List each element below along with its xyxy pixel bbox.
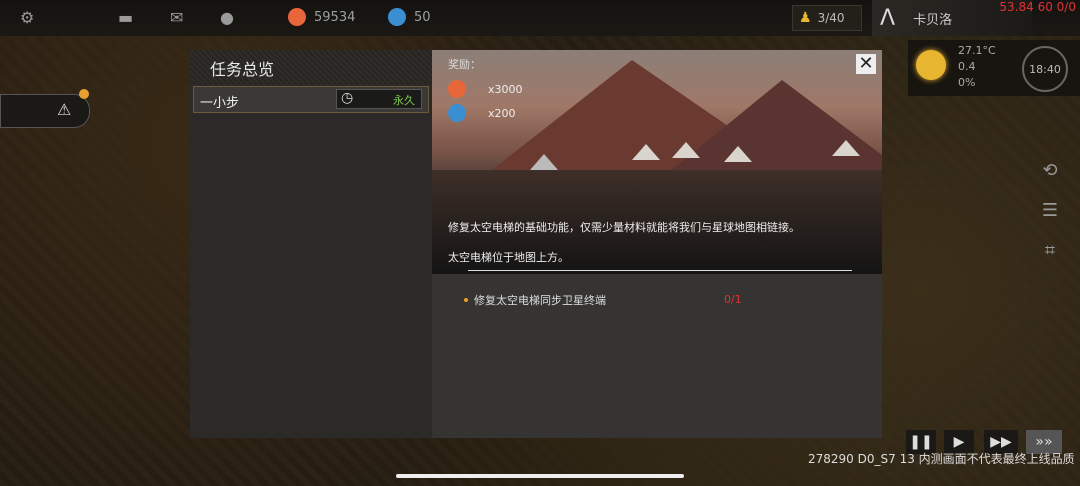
map-logo-icon: Λ xyxy=(880,5,896,31)
quest-list-panel: 任务总览 一小步 ◷ 永久 xyxy=(190,50,432,438)
quest-banner-image: 奖励： x3000 x200 修复太空电梯的基础功能，仅需少量材料就能将我们与星… xyxy=(432,50,882,274)
play-icon: ▶ xyxy=(953,434,965,450)
resource-food: 59534 xyxy=(288,8,355,26)
settings-gear-icon[interactable]: ⚙ xyxy=(20,8,34,28)
food-icon xyxy=(448,80,466,98)
fastest-icon: »» xyxy=(1035,434,1053,450)
quest-description: 修复太空电梯的基础功能，仅需少量材料就能将我们与星球地图相链接。 xyxy=(448,221,800,234)
energy-icon xyxy=(388,8,406,26)
quest-item[interactable]: 一小步 ◷ 永久 xyxy=(193,86,429,113)
food-icon xyxy=(288,8,306,26)
quest-detail-panel: 奖励： x3000 x200 修复太空电梯的基础功能，仅需少量材料就能将我们与星… xyxy=(432,50,882,438)
wind-value: 0.4 xyxy=(958,60,976,73)
reward-food: x3000 xyxy=(448,80,523,98)
alert-dot xyxy=(79,89,89,99)
fast-forward-icon: ▶▶ xyxy=(990,434,1012,450)
warning-icon: ⚠ xyxy=(57,100,72,119)
build-info: 278290 D0_S7 13 内测画面不代表最终上线品质 xyxy=(808,452,1075,466)
quest-objective: 修复太空电梯同步卫星终端 xyxy=(464,292,606,308)
objective-text: 修复太空电梯同步卫星终端 xyxy=(474,294,606,307)
light-value: 0% xyxy=(958,76,976,89)
objective-progress: 0/1 xyxy=(724,293,742,306)
resource-energy-value: 50 xyxy=(414,9,431,25)
colonist-count-value: 3/40 xyxy=(817,11,845,25)
top-bar: ⚙ ▬ ✉ ● 59534 50 ♟ 3/40 Λ 卡贝洛 53.84 60 0… xyxy=(0,0,1080,36)
reward-food-amount: x3000 xyxy=(488,82,523,96)
clipboard-icon[interactable]: ☰ xyxy=(1038,200,1062,224)
colonist-count[interactable]: ♟ 3/40 xyxy=(792,5,862,31)
reward-energy-amount: x200 xyxy=(488,106,516,120)
rotate-icon[interactable]: ⟲ xyxy=(1038,160,1062,184)
quest-name: 一小步 xyxy=(200,96,240,111)
quest-location: 太空电梯位于地图上方。 xyxy=(448,251,569,264)
pause-icon: ❚❚ xyxy=(909,434,933,450)
timer-icon: ◷ xyxy=(341,90,354,106)
close-button[interactable]: ✕ xyxy=(856,54,876,74)
energy-icon xyxy=(448,104,466,122)
colonists-icon: ♟ xyxy=(799,10,812,26)
chat-icon[interactable]: ▬ xyxy=(118,8,133,28)
map-name: 卡贝洛 xyxy=(913,12,953,28)
rewards-label: 奖励： xyxy=(448,58,481,71)
alert-button[interactable]: ⚠ xyxy=(0,89,90,128)
focus-icon[interactable]: ⌗ xyxy=(1038,240,1062,264)
quest-duration-tag: ◷ 永久 xyxy=(336,89,422,109)
resource-energy: 50 xyxy=(388,8,431,26)
dialog-title: 任务总览 xyxy=(210,60,275,79)
reward-energy: x200 xyxy=(448,104,516,122)
user-settings-icon[interactable]: ● xyxy=(220,8,234,28)
quest-overview-dialog: 任务总览 一小步 ◷ 永久 奖励： x3000 x200 修复太空电梯的基础功能… xyxy=(190,50,882,438)
clock-time: 18:40 xyxy=(1029,62,1061,76)
divider xyxy=(468,270,852,271)
resource-food-value: 59534 xyxy=(314,9,356,25)
game-clock[interactable]: 18:40 xyxy=(1022,46,1068,92)
temperature-value: 27.1°C xyxy=(958,44,996,57)
debug-readout: 53.84 60 0/0 xyxy=(999,0,1076,14)
quest-duration: 永久 xyxy=(393,94,415,107)
objective-bullet-icon xyxy=(464,298,468,302)
sun-icon xyxy=(916,50,946,80)
mail-icon[interactable]: ✉ xyxy=(170,8,183,28)
home-indicator[interactable] xyxy=(396,474,684,478)
